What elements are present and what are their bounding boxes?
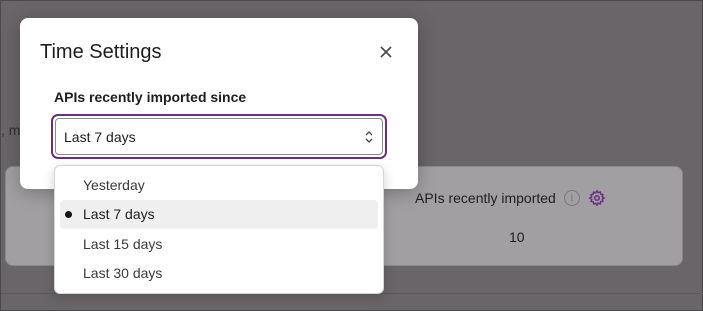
select-value: Last 7 days (64, 128, 136, 145)
close-button[interactable] (376, 42, 396, 62)
info-icon[interactable]: i (563, 190, 580, 206)
time-range-dropdown: Yesterday Last 7 days Last 15 days Last … (54, 165, 384, 294)
option-label: Yesterday (83, 176, 145, 193)
stats-card-title: APIs recently imported (415, 190, 556, 206)
option-last-7-days[interactable]: Last 7 days (60, 199, 378, 229)
gear-icon[interactable] (588, 189, 606, 207)
select-control[interactable]: Last 7 days (55, 118, 383, 155)
option-yesterday[interactable]: Yesterday (60, 170, 378, 200)
selected-bullet-icon (65, 210, 72, 218)
field-label: APIs recently imported since (54, 89, 247, 105)
time-range-select[interactable]: Last 7 days (51, 114, 387, 159)
close-icon (380, 46, 392, 58)
time-settings-dialog: Time Settings APIs recently imported sin… (20, 18, 418, 189)
option-label: Last 15 days (83, 235, 163, 252)
option-last-30-days[interactable]: Last 30 days (60, 259, 378, 289)
option-label: Last 7 days (83, 206, 155, 223)
stats-card-value: 10 (509, 229, 525, 245)
stats-card-header: APIs recently imported i (415, 189, 606, 207)
option-last-15-days[interactable]: Last 15 days (60, 229, 378, 259)
chevron-updown-icon (365, 130, 373, 143)
dialog-title: Time Settings (40, 41, 162, 63)
option-label: Last 30 days (83, 265, 163, 282)
